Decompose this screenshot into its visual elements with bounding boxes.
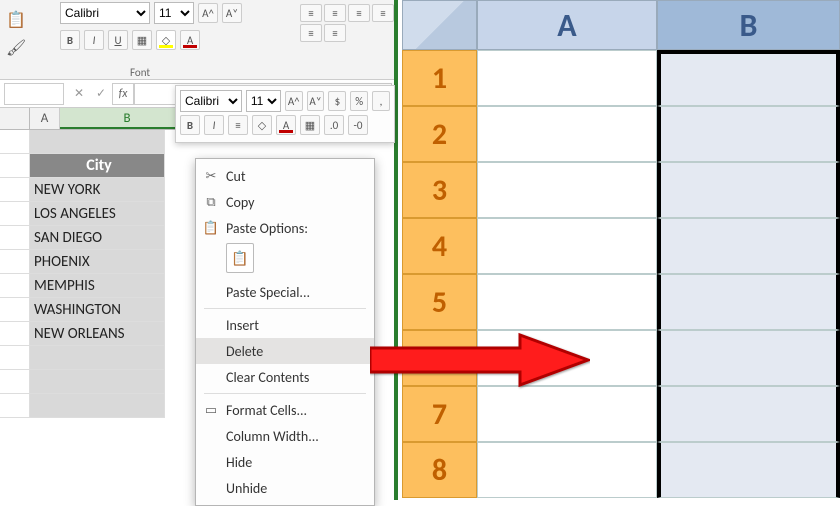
align-center-icon[interactable]: ≡: [300, 24, 322, 42]
paste-default-icon[interactable]: 📋: [226, 243, 254, 273]
copy-icon: ⧉: [202, 195, 220, 210]
row-header[interactable]: 3: [402, 162, 477, 218]
mini-decdec-icon[interactable]: .0: [324, 115, 344, 135]
cell[interactable]: [477, 106, 657, 162]
ctx-paste-options-label: 📋Paste Options:: [196, 215, 374, 241]
italic-button[interactable]: I: [84, 30, 104, 50]
align-mid-icon[interactable]: ≡: [324, 4, 346, 22]
cell[interactable]: [477, 218, 657, 274]
cell[interactable]: [477, 50, 657, 106]
name-box[interactable]: [4, 83, 64, 105]
context-menu: ✂Cut ⧉Copy 📋Paste Options: 📋 Paste Speci…: [195, 158, 375, 506]
align-right-icon[interactable]: ≡: [324, 24, 346, 42]
format-cells-icon: ▭: [202, 403, 220, 418]
cell-selected[interactable]: [657, 106, 840, 162]
mini-percent-icon[interactable]: %: [350, 91, 368, 111]
cell[interactable]: [477, 162, 657, 218]
increase-font-icon[interactable]: A^: [198, 3, 218, 23]
confirm-edit-icon[interactable]: ✓: [90, 83, 112, 105]
ctx-hide[interactable]: Hide: [196, 449, 374, 475]
select-all-corner[interactable]: [0, 108, 30, 129]
scissors-icon: ✂: [202, 169, 220, 184]
mini-font-size[interactable]: 11: [246, 90, 281, 112]
cell-selected[interactable]: [657, 386, 840, 442]
align-bot-icon[interactable]: ≡: [348, 4, 370, 22]
cancel-edit-icon[interactable]: ✕: [68, 83, 90, 105]
ctx-clear[interactable]: Clear Contents: [196, 364, 374, 390]
ctx-unhide[interactable]: Unhide: [196, 475, 374, 501]
border-button[interactable]: ▦: [132, 30, 152, 50]
mini-font-color-icon[interactable]: A: [276, 115, 296, 135]
mini-fill-icon[interactable]: ◇: [252, 115, 272, 135]
cell-selected[interactable]: [657, 218, 840, 274]
mini-accounting-icon[interactable]: $: [328, 91, 346, 111]
font-size-combo[interactable]: 11: [154, 2, 194, 24]
cell[interactable]: [477, 330, 657, 386]
decrease-font-icon[interactable]: A˅: [222, 3, 242, 23]
row-header[interactable]: 5: [402, 274, 477, 330]
fill-color-button[interactable]: ◇: [156, 30, 176, 50]
fx-icon[interactable]: fx: [112, 83, 134, 105]
mini-decinc-icon[interactable]: -0: [348, 115, 368, 135]
ribbon: 📋 🖌 Calibri 11 A^ A˅ B I U ▦ ◇ A ≡ ≡ ≡ ≡: [0, 0, 394, 80]
mini-toolbar: Calibri 11 A^ A˅ $ % , B I ≡ ◇ A ▦ .0 -0: [175, 85, 395, 143]
mini-align-icon[interactable]: ≡: [228, 115, 248, 135]
ctx-paste-special[interactable]: Paste Special...: [196, 279, 374, 305]
cell-selected[interactable]: [657, 274, 840, 330]
mini-inc-font-icon[interactable]: A^: [285, 91, 303, 111]
cell-selected[interactable]: [657, 442, 840, 498]
mini-bold-button[interactable]: B: [180, 115, 200, 135]
row-header[interactable]: 1: [402, 50, 477, 106]
mini-font-name[interactable]: Calibri: [180, 90, 242, 112]
paste-options-row: 📋: [196, 241, 374, 279]
format-painter-icon[interactable]: 🖌: [6, 38, 26, 58]
cell[interactable]: [477, 274, 657, 330]
mini-dec-font-icon[interactable]: A˅: [307, 91, 325, 111]
row-header[interactable]: 4: [402, 218, 477, 274]
ctx-insert[interactable]: Insert: [196, 312, 374, 338]
col-header-b[interactable]: B: [657, 0, 840, 50]
font-group-label: Font: [130, 66, 150, 79]
col-header-a[interactable]: A: [30, 108, 60, 129]
ctx-column-width[interactable]: Column Width...: [196, 423, 374, 449]
paste-icon[interactable]: 📋: [6, 10, 26, 30]
select-all-corner[interactable]: [402, 0, 477, 50]
cell-selected[interactable]: [657, 50, 840, 106]
cell[interactable]: [477, 442, 657, 498]
font-color-button[interactable]: A: [180, 30, 200, 50]
cell[interactable]: [477, 386, 657, 442]
row-header[interactable]: 7: [402, 386, 477, 442]
ctx-format-cells[interactable]: ▭Format Cells...: [196, 397, 374, 423]
clipboard-group: 📋 🖌: [2, 6, 52, 62]
mini-border-icon[interactable]: ▦: [300, 115, 320, 135]
align-top-icon[interactable]: ≡: [300, 4, 322, 22]
alignment-group: ≡ ≡ ≡ ≡ ≡ ≡: [300, 4, 400, 42]
row-header[interactable]: 2: [402, 106, 477, 162]
row-header[interactable]: 8: [402, 442, 477, 498]
mini-italic-button[interactable]: I: [204, 115, 224, 135]
cell-selected[interactable]: [657, 330, 840, 386]
result-grid: A B 1 2 3 4 5 6 7 8: [402, 0, 840, 500]
ctx-cut[interactable]: ✂Cut: [196, 163, 374, 189]
ctx-copy[interactable]: ⧉Copy: [196, 189, 374, 215]
bold-button[interactable]: B: [60, 30, 80, 50]
underline-button[interactable]: U: [108, 30, 128, 50]
ctx-delete[interactable]: Delete: [196, 338, 374, 364]
font-group: Calibri 11 A^ A˅ B I U ▦ ◇ A: [60, 2, 280, 56]
row-header[interactable]: 6: [402, 330, 477, 386]
font-name-combo[interactable]: Calibri: [60, 2, 150, 24]
clipboard-icon: 📋: [202, 221, 220, 236]
cell-selected[interactable]: [657, 162, 840, 218]
mini-comma-icon[interactable]: ,: [372, 91, 390, 111]
col-header-a[interactable]: A: [477, 0, 657, 50]
align-left-icon[interactable]: ≡: [372, 4, 394, 22]
